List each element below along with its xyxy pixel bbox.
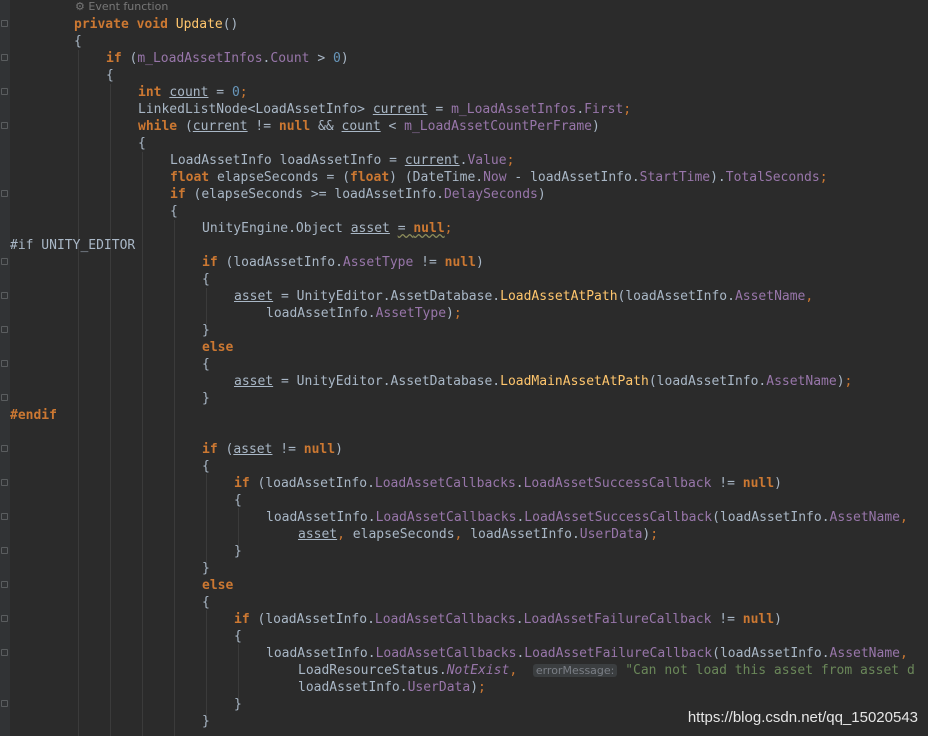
fold-icon[interactable] <box>1 700 8 707</box>
code-line[interactable]: loadAssetInfo.LoadAssetCallbacks.LoadAss… <box>266 509 908 526</box>
indent-guide <box>238 508 239 548</box>
fold-icon[interactable] <box>1 190 8 197</box>
code-line[interactable]: { <box>202 458 210 475</box>
event-function-hint: ⚙ Event function <box>75 0 169 13</box>
indent-guide <box>206 610 207 720</box>
unity-event-icon: ⚙ <box>75 0 85 13</box>
code-line[interactable]: asset = UnityEditor.AssetDatabase.LoadAs… <box>234 288 813 305</box>
code-line[interactable]: { <box>138 135 146 152</box>
code-line[interactable]: if (m_LoadAssetInfos.Count > 0) <box>106 50 349 67</box>
fold-icon[interactable] <box>1 479 8 486</box>
code-line[interactable]: if (elapseSeconds >= loadAssetInfo.Delay… <box>170 186 546 203</box>
code-line[interactable]: LinkedListNode<LoadAssetInfo> current = … <box>138 101 631 118</box>
code-line[interactable]: if (asset != null) <box>202 441 343 458</box>
fold-icon[interactable] <box>1 20 8 27</box>
indent-guide <box>174 220 175 736</box>
code-line[interactable]: } <box>234 696 242 713</box>
code-line[interactable]: } <box>202 713 210 730</box>
code-line[interactable]: while (current != null && count < m_Load… <box>138 118 600 135</box>
indent-guide <box>142 152 143 736</box>
code-line[interactable]: { <box>202 594 210 611</box>
code-line[interactable]: float elapseSeconds = (float) (DateTime.… <box>170 169 828 186</box>
code-line[interactable]: { <box>234 492 242 509</box>
code-line[interactable]: private void Update() <box>74 16 238 33</box>
fold-icon[interactable] <box>1 445 8 452</box>
indent-guide <box>206 288 207 324</box>
fold-icon[interactable] <box>1 292 8 299</box>
code-line[interactable]: UnityEngine.Object asset = null; <box>202 220 452 237</box>
fold-icon[interactable] <box>1 513 8 520</box>
code-line[interactable]: #endif <box>10 407 57 424</box>
code-line[interactable]: { <box>202 271 210 288</box>
code-line[interactable]: loadAssetInfo.UserData); <box>298 679 486 696</box>
fold-gutter <box>0 0 10 736</box>
code-line[interactable]: else <box>202 339 233 356</box>
code-line[interactable]: #if UNITY_EDITOR <box>10 237 135 254</box>
fold-icon[interactable] <box>1 326 8 333</box>
code-editor[interactable]: ⚙ Event function private void Update() {… <box>0 0 928 736</box>
code-line[interactable]: { <box>202 356 210 373</box>
indent-guide <box>110 84 111 736</box>
fold-icon[interactable] <box>1 258 8 265</box>
fold-icon[interactable] <box>1 394 8 401</box>
fold-icon[interactable] <box>1 88 8 95</box>
fold-icon[interactable] <box>1 649 8 656</box>
code-line[interactable]: LoadAssetInfo loadAssetInfo = current.Va… <box>170 152 514 169</box>
code-line[interactable]: int count = 0; <box>138 84 248 101</box>
code-line[interactable]: if (loadAssetInfo.LoadAssetCallbacks.Loa… <box>234 611 782 628</box>
code-line[interactable]: loadAssetInfo.AssetType); <box>266 305 462 322</box>
fold-icon[interactable] <box>1 360 8 367</box>
indent-guide <box>206 474 207 564</box>
code-line[interactable]: asset, elapseSeconds, loadAssetInfo.User… <box>298 526 658 543</box>
code-line[interactable]: { <box>170 203 178 220</box>
watermark: https://blog.csdn.net/qq_15020543 <box>687 709 918 726</box>
code-line[interactable]: if (loadAssetInfo.LoadAssetCallbacks.Loa… <box>234 475 782 492</box>
code-line[interactable]: asset = UnityEditor.AssetDatabase.LoadMa… <box>234 373 852 390</box>
code-line[interactable]: { <box>234 628 242 645</box>
code-line[interactable]: } <box>202 322 210 339</box>
code-line[interactable]: else <box>202 577 233 594</box>
code-line[interactable]: { <box>106 67 114 84</box>
fold-icon[interactable] <box>1 54 8 61</box>
indent-guide <box>238 644 239 700</box>
code-line[interactable]: } <box>234 543 242 560</box>
code-line[interactable]: } <box>202 560 210 577</box>
fold-icon[interactable] <box>1 122 8 129</box>
fold-icon[interactable] <box>1 615 8 622</box>
code-line[interactable]: { <box>74 33 82 50</box>
code-line[interactable]: } <box>202 390 210 407</box>
fold-icon[interactable] <box>1 547 8 554</box>
indent-guide <box>78 50 79 736</box>
code-line[interactable]: LoadResourceStatus.NotExist, errorMessag… <box>298 662 915 679</box>
parameter-hint: errorMessage: <box>532 664 618 677</box>
code-line[interactable]: loadAssetInfo.LoadAssetCallbacks.LoadAss… <box>266 645 908 662</box>
fold-icon[interactable] <box>1 581 8 588</box>
code-line[interactable]: if (loadAssetInfo.AssetType != null) <box>202 254 484 271</box>
